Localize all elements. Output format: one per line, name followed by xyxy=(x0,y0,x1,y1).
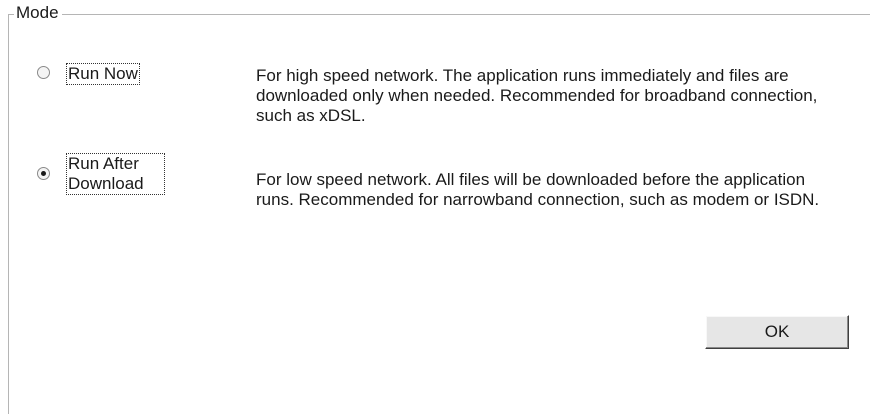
run-after-download-label-line2: Download xyxy=(68,174,144,193)
radio-selected-dot xyxy=(41,171,46,176)
run-after-download-label-line1: Run After xyxy=(68,154,139,173)
run-after-download-radio[interactable] xyxy=(37,167,50,180)
run-now-label[interactable]: Run Now xyxy=(66,63,140,85)
run-after-download-label[interactable]: Run After Download xyxy=(66,153,165,195)
mode-groupbox-title: Mode xyxy=(14,2,62,24)
run-now-description: For high speed network. The application … xyxy=(256,66,818,125)
ok-button[interactable]: OK xyxy=(705,315,849,349)
run-now-radio[interactable] xyxy=(37,66,50,79)
run-after-download-description: For low speed network. All files will be… xyxy=(256,170,820,209)
